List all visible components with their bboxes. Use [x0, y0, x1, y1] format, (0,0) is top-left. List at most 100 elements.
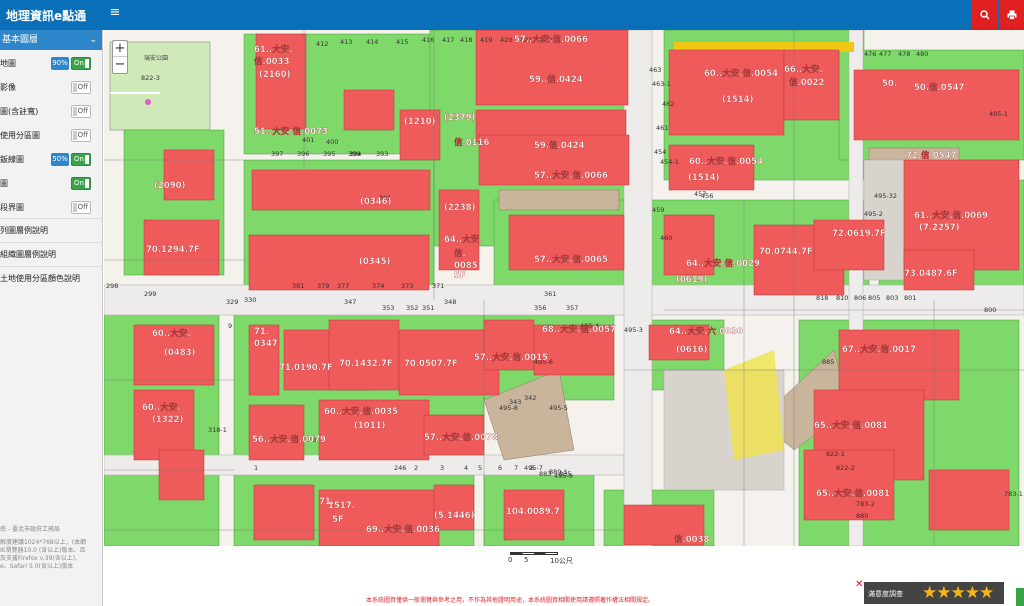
search-button[interactable] [972, 0, 998, 30]
layer-row: 鈑線圖 50% On [0, 148, 102, 172]
building-label: 0085 [454, 261, 478, 271]
parcel-number: 476 [864, 50, 876, 58]
parcel-number: 463-1 [652, 80, 671, 88]
parcel-number: 357 [566, 304, 578, 312]
parcel-number: 805 [868, 294, 880, 302]
parcel-number: 462 [662, 100, 674, 108]
layer-toggle[interactable]: On [71, 177, 91, 190]
building-label: 0347 [254, 339, 278, 349]
building-label: (0483) [164, 348, 196, 358]
building-label: 信.0038 [674, 534, 709, 545]
parcel-number: 356 [534, 304, 546, 312]
parcel-number: 246 [394, 464, 406, 472]
parcel-number: 348 [444, 298, 456, 306]
parcel-number: 454-1 [660, 158, 679, 166]
layer-toggle[interactable]: Off [71, 201, 91, 214]
parcel-number: 818 [816, 294, 828, 302]
opacity-badge[interactable]: 90% [51, 57, 69, 70]
close-icon[interactable]: ✕ [855, 579, 863, 590]
parcel-number: 419 [480, 36, 492, 44]
parcel-number: 806 [854, 294, 866, 302]
parcel-number: 377 [337, 282, 349, 290]
parcel-number: 835 [559, 470, 571, 478]
scale-bar-graphic [510, 552, 558, 555]
parcel-number: 401 [302, 136, 314, 144]
parcel-number: 2 [414, 464, 418, 472]
print-button[interactable] [999, 0, 1024, 30]
legend-link[interactable]: 組織圖層例說明 [0, 242, 102, 266]
star-rating[interactable]: ★★★★★ [922, 583, 994, 603]
app-title: 地理資訊e點通 [6, 9, 87, 23]
building-label: (2379) [444, 113, 476, 123]
parcel-number: 395 [323, 150, 335, 158]
hamburger-icon[interactable]: ≡ [108, 6, 122, 20]
building-label: 104.0089.7 [506, 507, 560, 517]
survey-widget[interactable]: ✕ 滿意度調查 ★★★★★ [855, 579, 1004, 604]
parcel-number: 880 [856, 512, 868, 520]
parcel-number: 783-2 [856, 500, 875, 508]
parcel-number: 400 [326, 138, 338, 146]
parcel-number: 5 [478, 464, 482, 472]
layer-toggle[interactable]: Off [71, 129, 91, 142]
layer-section-header[interactable]: 基本圖層 ⌄ [0, 30, 102, 50]
legend-link[interactable]: 土地使用分區顏色說明 [0, 266, 102, 290]
footer-line: e、Safari 5.0(含以上)版本 [0, 563, 74, 570]
parcel-number: 381 [292, 282, 304, 290]
building-label: 56..大安.信.0079 [252, 434, 326, 445]
building-label: 59.信.0424 [534, 140, 585, 151]
layer-label: 段界圖 [0, 203, 24, 212]
layer-toggle[interactable]: On [71, 57, 91, 70]
scale-label: 5 [524, 556, 529, 564]
parcel-number: 459 [652, 206, 664, 214]
parcel-number: 883 [539, 470, 551, 478]
parcel-number: 393 [376, 150, 388, 158]
parcel-number: 1 [254, 464, 258, 472]
building-label: 5F [332, 515, 344, 525]
layer-toggle[interactable]: Off [71, 105, 91, 118]
layer-label: 使用分區圖 [0, 131, 40, 140]
zoom-out-button[interactable]: − [113, 57, 127, 73]
building-label: 50.信.0547 [914, 82, 965, 93]
building-label: 70.1294.7F [146, 245, 200, 255]
parcel-number: 414 [366, 38, 378, 46]
layer-row: 地圖 90% On [0, 52, 102, 76]
map-canvas[interactable]: 412 413 414 415 416 417 418 419 420 421 422 401 400 3… [104, 30, 1024, 546]
building-label: (0345) [359, 257, 391, 267]
parcel-number: 299 [144, 290, 156, 298]
building-label: 60..大安.信.0054 [689, 156, 763, 167]
map-layer: 412 413 414 415 416 417 418 419 420 421 422401 4003… [104, 30, 1024, 546]
building-label: 66..大安. [784, 64, 823, 75]
chevron-down-icon: ⌄ [89, 35, 97, 45]
parcel-number: 480 [916, 50, 928, 58]
building-label: 信.0022 [789, 77, 824, 88]
legend-link[interactable]: 列圖層例說明 [0, 218, 102, 242]
opacity-badge[interactable]: 50% [51, 153, 69, 166]
footer-line: 解度建議1024*768以上，(本網 [0, 539, 87, 546]
sidebar-footer: 南 - 臺北市政府工務局 解度建議1024*768以上，(本網 IE瀏覽器10.… [0, 526, 102, 571]
layer-row: 使用分區圖 Off [0, 124, 102, 148]
parcel-number: 3 [440, 464, 444, 472]
building-label: (1210) [404, 117, 436, 127]
building-label: 50. [882, 79, 897, 89]
footer-line: IE瀏覽器10.0 (含以上)版本、且 [0, 547, 86, 554]
parcel-number: 783-1 [1004, 490, 1023, 498]
parcel-number: 413 [340, 38, 352, 46]
parcel-number: 822-3 [141, 74, 160, 82]
feedback-tab[interactable] [1016, 588, 1024, 606]
zoom-in-button[interactable]: + [113, 41, 127, 57]
building-label: 信.0116 [454, 137, 489, 148]
layer-toggle[interactable]: Off [71, 81, 91, 94]
building-label: (7.2257) [919, 223, 960, 233]
top-bar: 地理資訊e點通 ≡ [0, 0, 1024, 30]
building-label: 信. [454, 248, 466, 259]
building-label: (1322) [152, 415, 184, 425]
building-label: (0619) [676, 275, 708, 285]
parcel-number: 800 [984, 306, 996, 314]
building-label: 64..大安. [444, 234, 483, 245]
parcel-number: 801 [904, 294, 916, 302]
building-label: 70.1432.7F [339, 359, 393, 369]
parcel-number: 416 [422, 36, 434, 44]
parcel-number: 353 [382, 304, 394, 312]
building-label: (1011) [354, 421, 386, 431]
layer-toggle[interactable]: On [71, 153, 91, 166]
